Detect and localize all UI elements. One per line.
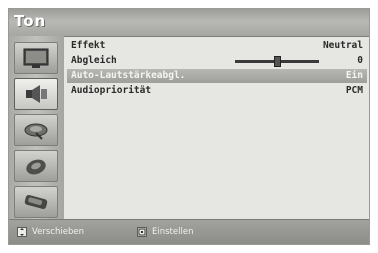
osd-menu-window: Ton Effekt Neutral Abgleich 0 Auto-Lauts… <box>8 8 370 245</box>
menu-row-auto-volume[interactable]: Auto-Lautstärkeabgl. Ein <box>67 69 367 83</box>
satellite-dish-icon <box>24 123 48 140</box>
menu-row-value: Ein <box>345 70 363 81</box>
sidebar-item-input[interactable] <box>14 186 58 218</box>
sidebar-item-sound[interactable] <box>14 78 58 110</box>
move-key-icon <box>17 227 27 237</box>
tv-picture-icon <box>23 48 49 68</box>
setup-icon <box>26 159 46 175</box>
menu-row-label: Effekt <box>71 40 106 51</box>
menu-row-label: Audiopriorität <box>71 85 152 96</box>
hint-move: Verschieben <box>17 225 84 239</box>
balance-slider[interactable] <box>235 56 319 67</box>
menu-row-label: Auto-Lautstärkeabgl. <box>71 70 186 81</box>
menu-title-bar: Ton <box>9 9 369 37</box>
menu-row-effekt[interactable]: Effekt Neutral <box>67 39 367 53</box>
category-sidebar <box>9 36 64 222</box>
sidebar-item-picture[interactable] <box>14 42 58 74</box>
enter-key-icon <box>137 227 147 237</box>
menu-row-abgleich[interactable]: Abgleich 0 <box>67 54 367 68</box>
input-icon <box>24 194 48 210</box>
hint-enter-label: Einstellen <box>152 227 194 237</box>
help-bar: Verschieben Einstellen <box>9 219 369 244</box>
menu-row-value: PCM <box>345 85 363 96</box>
menu-title: Ton <box>14 12 47 30</box>
menu-row-audio-priority[interactable]: Audiopriorität PCM <box>67 84 367 98</box>
menu-row-value: 0 <box>357 55 363 66</box>
menu-row-label: Abgleich <box>71 55 117 66</box>
hint-enter: Einstellen <box>137 225 193 239</box>
sidebar-item-setup[interactable] <box>14 150 58 182</box>
speaker-icon <box>26 85 47 103</box>
hint-move-label: Verschieben <box>32 227 84 237</box>
sidebar-item-channel[interactable] <box>14 114 58 146</box>
menu-row-value: Neutral <box>322 40 363 51</box>
balance-slider-knob[interactable] <box>274 56 281 67</box>
